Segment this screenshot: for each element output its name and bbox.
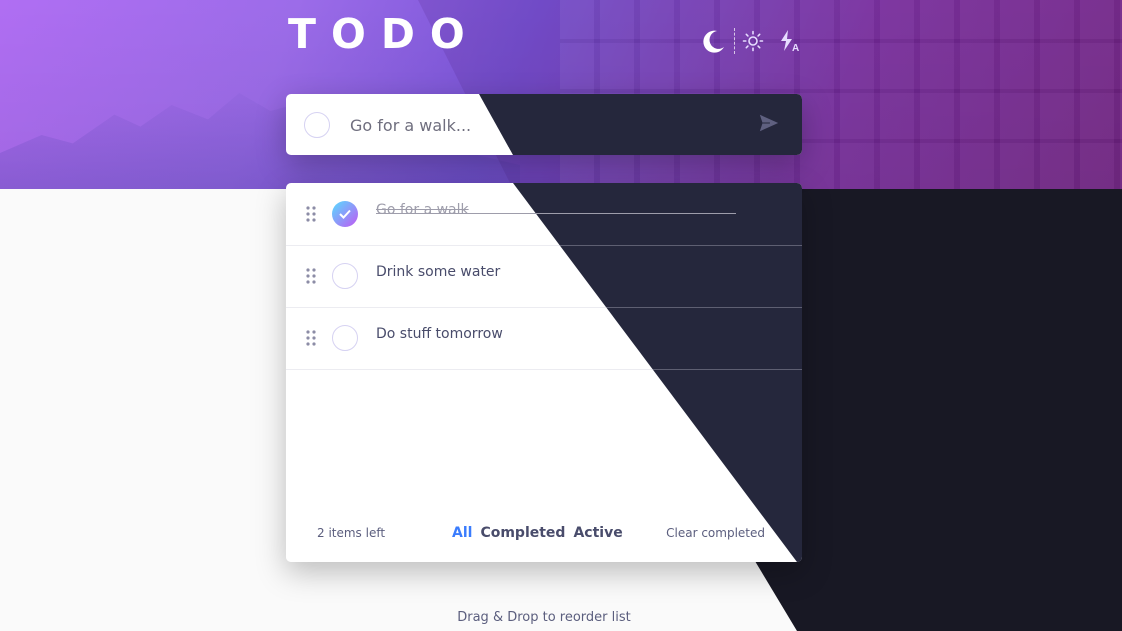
todo-text: Do stuff tomorrow [376, 326, 503, 342]
todo-item[interactable]: Go for a walk [286, 183, 802, 246]
new-todo-input[interactable] [348, 94, 732, 155]
svg-text:A: A [792, 43, 799, 53]
check-icon [339, 209, 351, 219]
new-todo-card [286, 94, 802, 155]
drag-handle-icon[interactable] [306, 330, 316, 346]
app-title: TODO [288, 10, 480, 58]
todo-text: Drink some water [376, 264, 501, 280]
filter-tabs: All Completed Active [452, 525, 623, 541]
drag-handle-icon[interactable] [306, 206, 316, 222]
strike-line [376, 213, 736, 214]
drag-handle-icon[interactable] [306, 268, 316, 284]
auto-theme-icon[interactable]: A [778, 29, 802, 53]
theme-divider [734, 28, 736, 54]
todo-text: Go for a walk [376, 202, 469, 218]
todo-list-card: Go for a walk Drink some water Do stuff … [286, 183, 802, 562]
todo-checkbox-checked[interactable] [332, 201, 358, 227]
filter-active[interactable]: Active [573, 525, 622, 541]
clear-completed-button[interactable]: Clear completed [666, 526, 765, 540]
sun-icon[interactable] [742, 30, 764, 52]
list-footer: 2 items left All Completed Active Clear … [286, 516, 802, 562]
filter-completed[interactable]: Completed [480, 525, 565, 541]
theme-switcher: A [700, 24, 802, 58]
send-icon[interactable] [758, 112, 782, 136]
moon-icon[interactable] [700, 28, 726, 54]
todo-item[interactable]: Drink some water [286, 245, 802, 308]
todo-checkbox[interactable] [332, 325, 358, 351]
todo-checkbox[interactable] [332, 263, 358, 289]
todo-item[interactable]: Do stuff tomorrow [286, 307, 802, 370]
items-left-count: 2 items left [317, 526, 386, 540]
drag-drop-hint: Drag & Drop to reorder list [457, 610, 631, 625]
filter-all[interactable]: All [452, 525, 472, 541]
new-todo-check-circle[interactable] [304, 112, 330, 138]
